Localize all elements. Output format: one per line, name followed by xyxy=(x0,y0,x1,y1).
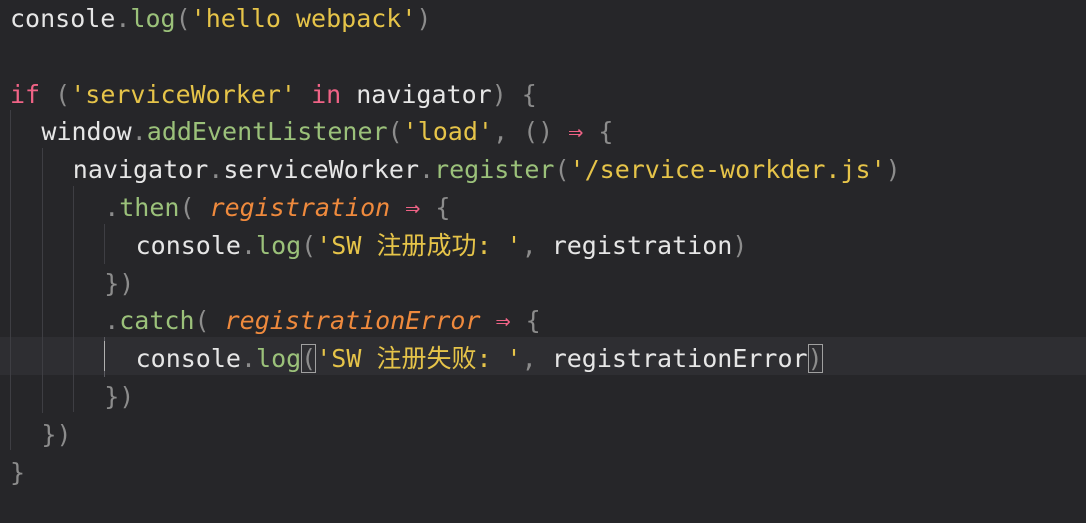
code-token: ( xyxy=(179,193,210,222)
indent-guide xyxy=(73,186,74,412)
code-token: navigator xyxy=(341,79,492,109)
code-token: serviceWorker xyxy=(223,155,419,185)
code-line[interactable]: window.addEventListener('load', () ⇒ { xyxy=(41,113,613,151)
code-line[interactable]: }) xyxy=(41,416,71,454)
code-token: }) xyxy=(41,419,72,449)
code-token: . xyxy=(115,4,131,33)
code-editor[interactable]: console.log('hello webpack') if ('service… xyxy=(0,0,1086,523)
code-token: { xyxy=(420,193,451,222)
code-token: 'load' xyxy=(402,117,493,147)
code-token: ( xyxy=(301,344,317,374)
code-line[interactable]: }) xyxy=(104,378,134,416)
code-token: log xyxy=(256,344,302,374)
code-token: 'SW 注册成功: ' xyxy=(316,230,522,260)
indent-guide xyxy=(104,224,105,264)
code-token: in xyxy=(311,79,342,109)
code-line[interactable]: console.log('SW 注册失败: ', registrationErr… xyxy=(136,340,823,378)
code-token: window xyxy=(41,117,132,147)
code-token: ⇒ xyxy=(568,117,584,147)
code-line[interactable]: } xyxy=(10,454,25,492)
code-token: 'serviceWorker' xyxy=(70,79,296,109)
code-token: registrationError xyxy=(551,344,808,374)
code-token: , xyxy=(521,344,552,374)
code-token: ) xyxy=(732,230,748,260)
code-token: ⇒ xyxy=(405,193,421,222)
code-token: ( xyxy=(387,117,403,147)
code-token: { xyxy=(510,306,541,336)
code-token: if xyxy=(10,79,41,109)
code-token: } xyxy=(10,457,26,487)
code-token: ) xyxy=(416,4,432,33)
code-token: { xyxy=(583,117,614,147)
code-token: console xyxy=(135,344,241,374)
code-token: . xyxy=(131,117,147,147)
code-token: ⇒ xyxy=(495,306,511,336)
code-token: , () xyxy=(492,117,569,147)
code-token: log xyxy=(130,4,176,33)
code-line[interactable]: console.log('hello webpack') xyxy=(10,0,431,38)
code-token: ( xyxy=(194,306,225,336)
code-token: ( xyxy=(301,230,317,260)
code-token: console xyxy=(10,4,116,33)
indent-guide xyxy=(42,148,43,413)
code-token: , xyxy=(521,230,552,260)
code-token: . xyxy=(104,193,120,222)
code-token: registrationError xyxy=(224,306,481,336)
code-token: ( xyxy=(40,79,71,109)
code-token: }) xyxy=(104,382,135,411)
code-token: navigator xyxy=(72,155,209,185)
indent-guide xyxy=(10,110,11,450)
code-token: log xyxy=(256,230,302,260)
code-token: 'SW 注册失败: ' xyxy=(316,344,522,374)
code-token: '/service-workder.js' xyxy=(569,155,886,185)
code-token: ( xyxy=(175,4,191,33)
code-line[interactable]: if ('serviceWorker' in navigator) { xyxy=(10,76,537,114)
code-token: registration xyxy=(551,230,733,260)
code-token: }) xyxy=(104,268,135,298)
code-token: console xyxy=(135,230,241,260)
code-token: addEventListener xyxy=(146,117,388,147)
code-token: 'hello webpack' xyxy=(190,4,417,33)
code-line[interactable]: navigator.serviceWorker.register('/servi… xyxy=(73,151,901,189)
code-line[interactable]: .then( registration ⇒ { xyxy=(104,189,450,227)
code-token: . xyxy=(240,344,257,374)
code-token: ) xyxy=(885,155,901,185)
code-token: ) xyxy=(807,344,823,374)
code-line[interactable]: console.log('SW 注册成功: ', registration) xyxy=(136,227,748,265)
text-cursor xyxy=(104,341,105,371)
code-line[interactable]: .catch( registrationError ⇒ { xyxy=(104,302,541,340)
code-token: then xyxy=(119,193,180,222)
code-token: . xyxy=(419,155,435,185)
code-token: ( xyxy=(554,155,570,185)
code-token: . xyxy=(104,306,120,336)
code-token: register xyxy=(434,155,555,185)
code-token: ) { xyxy=(491,79,537,109)
code-token: . xyxy=(208,155,224,185)
code-line[interactable]: }) xyxy=(104,265,134,303)
code-token: catch xyxy=(119,306,195,336)
code-token: . xyxy=(240,230,257,260)
code-token: registration xyxy=(209,193,391,222)
